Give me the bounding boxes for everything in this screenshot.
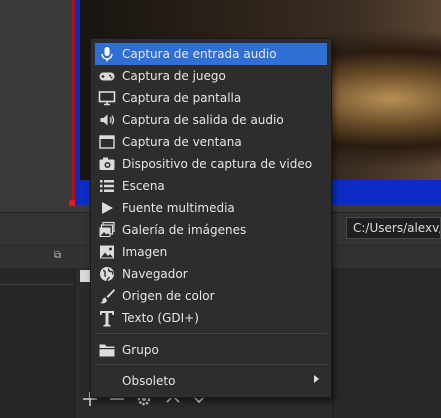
- menu-separator: [95, 364, 327, 365]
- resize-handle[interactable]: [69, 200, 75, 206]
- menu-item-video-capture-device[interactable]: Dispositivo de captura de video: [95, 153, 327, 175]
- add-source-menu: Captura de entrada audio Captura de jueg…: [90, 38, 332, 398]
- speaker-icon: [98, 111, 116, 129]
- menu-item-label: Escena: [122, 179, 165, 193]
- globe-icon: [98, 265, 116, 283]
- dock-divider: [0, 284, 74, 285]
- scenes-dock: [0, 268, 74, 418]
- menu-item-scene[interactable]: Escena: [95, 175, 327, 197]
- menu-item-browser[interactable]: Navegador: [95, 263, 327, 285]
- menu-item-label: Captura de pantalla: [122, 91, 242, 105]
- menu-item-image[interactable]: Imagen: [95, 241, 327, 263]
- menu-item-text-gdi[interactable]: Texto (GDI+): [95, 307, 327, 329]
- list-icon: [98, 177, 116, 195]
- menu-item-label: Captura de juego: [122, 69, 226, 83]
- menu-item-label: Captura de entrada audio: [122, 47, 277, 61]
- submenu-arrow-icon: [314, 375, 319, 383]
- menu-item-label: Imagen: [122, 245, 168, 259]
- menu-item-label: Galería de imágenes: [122, 223, 247, 237]
- play-icon: [98, 199, 116, 217]
- text-icon: [98, 309, 116, 327]
- gamepad-icon: [98, 67, 116, 85]
- menu-item-label: Navegador: [122, 267, 188, 281]
- menu-item-display-capture[interactable]: Captura de pantalla: [95, 87, 327, 109]
- menu-item-media-source[interactable]: Fuente multimedia: [95, 197, 327, 219]
- menu-item-audio-output[interactable]: Captura de salida de audio: [95, 109, 327, 131]
- menu-item-label: Texto (GDI+): [122, 311, 199, 325]
- menu-item-label: Grupo: [122, 343, 159, 357]
- menu-item-audio-input[interactable]: Captura de entrada audio: [95, 43, 327, 65]
- window-icon: [98, 133, 116, 151]
- paintbrush-icon: [98, 287, 116, 305]
- menu-item-label: Origen de color: [122, 289, 215, 303]
- menu-item-label: Captura de ventana: [122, 135, 242, 149]
- menu-item-deprecated[interactable]: Obsoleto: [95, 370, 327, 392]
- menu-separator: [95, 333, 327, 334]
- microphone-icon: [98, 45, 116, 63]
- folder-icon: [98, 341, 116, 359]
- menu-item-label: Dispositivo de captura de video: [122, 157, 313, 171]
- menu-item-color-source[interactable]: Origen de color: [95, 285, 327, 307]
- selection-border: [72, 0, 75, 205]
- menu-item-label: Obsoleto: [122, 374, 176, 388]
- menu-item-label: Captura de salida de audio: [122, 113, 284, 127]
- monitor-icon: [98, 89, 116, 107]
- path-field[interactable]: C:/Users/alexv/Pic: [346, 217, 441, 239]
- menu-item-image-slideshow[interactable]: Galería de imágenes: [95, 219, 327, 241]
- menu-item-label: Fuente multimedia: [122, 201, 235, 215]
- menu-item-game-capture[interactable]: Captura de juego: [95, 65, 327, 87]
- menu-item-window-capture[interactable]: Captura de ventana: [95, 131, 327, 153]
- mixer-dock: [332, 268, 441, 418]
- undock-icon[interactable]: ⧉: [54, 251, 64, 261]
- menu-item-group[interactable]: Grupo: [95, 339, 327, 361]
- camera-icon: [98, 155, 116, 173]
- image-icon: [98, 243, 116, 261]
- image-gallery-icon: [98, 221, 116, 239]
